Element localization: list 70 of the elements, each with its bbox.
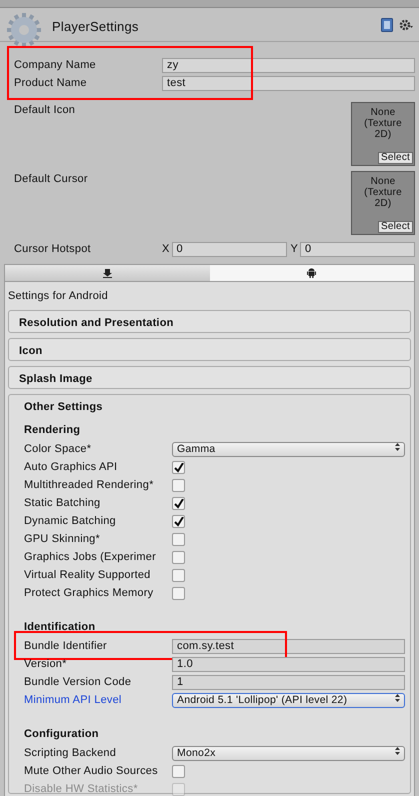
checkbox[interactable] [172,587,185,600]
axis-label: Y [290,242,298,257]
axis-label: X [162,242,170,257]
checkbox[interactable] [172,551,185,564]
dropdown-arrows-icon [395,694,400,702]
platform-tab[interactable] [5,265,210,281]
field-label: Bundle Identifier [24,639,108,654]
slot-text: None (Texture 2D) [363,176,403,209]
text-field[interactable]: com.sy.test [172,639,405,654]
text-field[interactable]: 1 [172,675,405,690]
field-label: Company Name [14,58,97,73]
checkbox[interactable] [172,479,185,492]
checkbox[interactable] [172,515,185,528]
field-label: Auto Graphics API [24,460,118,476]
group-title: Rendering [24,422,82,438]
select-button[interactable]: Select [378,221,413,233]
field-label: Scripting Backend [24,746,118,762]
check-icon [174,462,184,472]
checkbox[interactable] [172,461,185,474]
settings-icon[interactable] [399,19,413,31]
slot-text: None (Texture 2D) [363,107,403,140]
field-label: Cursor Hotspot [14,242,92,257]
section-header[interactable]: Resolution and Presentation [8,310,411,332]
text-field[interactable]: test [162,76,415,90]
field-label: Default Cursor [14,172,89,187]
dropdown-arrows-icon [395,747,400,755]
field-label: Version* [24,657,68,672]
section-header[interactable]: Splash Image [8,366,411,388]
text-field[interactable]: zy [162,58,415,72]
text-field[interactable]: 1.0 [172,657,405,672]
field-label: Static Batching [24,496,102,512]
field-label: Disable HW Statistics* [24,782,139,796]
number-field[interactable]: 0 [300,242,415,256]
dropdown-value: Gamma [177,443,216,456]
section-header[interactable]: Other Settings [24,398,407,418]
dropdown-value: Android 5.1 'Lollipop' (API level 22) [177,694,348,707]
field-label: Color Space* [24,442,92,458]
number-field[interactable]: 0 [172,242,286,256]
dropdown[interactable]: Android 5.1 'Lollipop' (API level 22) [172,693,405,708]
checkbox[interactable] [172,497,185,510]
section-header[interactable]: Icon [8,338,411,360]
field-label: Product Name [14,76,88,91]
texture-slot[interactable]: None (Texture 2D) Select [351,102,415,166]
field-label: Minimum API Level [24,693,123,708]
dropdown[interactable]: Gamma [172,442,405,457]
select-button[interactable]: Select [378,152,413,164]
checkbox[interactable] [172,765,185,778]
help-book-icon[interactable] [381,18,393,32]
field-label: Bundle Version Code [24,675,132,690]
field-label: GPU Skinning* [24,532,101,548]
download-icon [102,268,112,278]
dropdown-arrows-icon [395,443,400,451]
field-label: Default Icon [14,103,76,118]
field-label: Multithreaded Rendering* [24,478,155,494]
android-icon [307,268,316,278]
texture-slot[interactable]: None (Texture 2D) Select [351,171,415,235]
field-label: Dynamic Batching [24,514,117,530]
field-label: Graphics Jobs (Experimer [24,550,157,566]
field-label: Virtual Reality Supported [24,568,152,584]
field-label: Protect Graphics Memory [24,586,154,602]
checkbox[interactable] [172,533,185,546]
gear-icon [6,12,42,48]
field-label: Mute Other Audio Sources [24,764,159,780]
settings-title: Settings for Android [8,289,110,304]
dropdown[interactable]: Mono2x [172,746,405,761]
checkbox[interactable] [172,569,185,582]
group-title: Configuration [24,726,100,742]
header-title: PlayerSettings [52,18,139,36]
dropdown-value: Mono2x [177,747,216,760]
group-title: Identification [24,620,96,634]
